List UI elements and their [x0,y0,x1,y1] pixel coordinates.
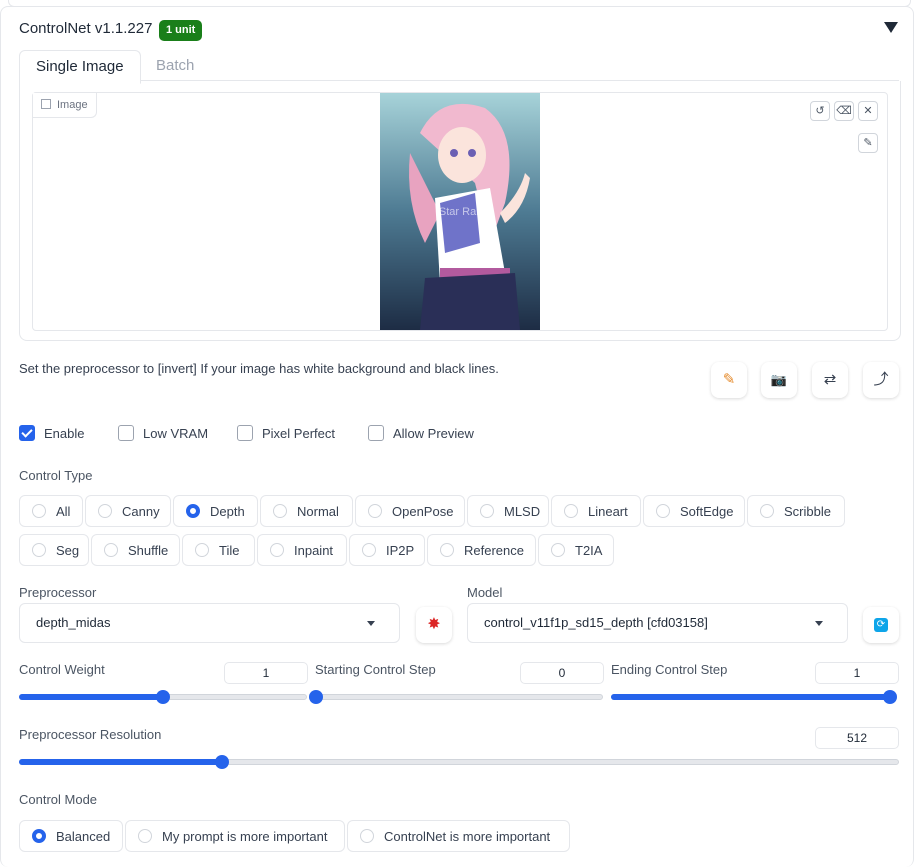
brush-icon: ✎ [863,137,873,149]
ending-step-label: Ending Control Step [611,662,728,677]
radio-indicator [760,504,774,518]
allow-preview-checkbox[interactable]: Allow Preview [368,425,474,443]
refresh-models-button[interactable]: ⟳ [863,607,899,643]
radio-indicator [186,504,200,518]
erase-button[interactable]: ⌫ [834,101,854,121]
radio-indicator [362,543,376,557]
preprocessor-hint: Set the preprocessor to [invert] If your… [19,361,499,376]
control-mode-balanced[interactable]: Balanced [19,820,123,852]
control-weight-label: Control Weight [19,662,105,677]
radio-indicator [551,543,565,557]
radio-indicator [138,829,152,843]
collapse-toggle-icon[interactable] [884,22,898,33]
camera-icon: 📷 [770,372,788,387]
radio-indicator [32,543,46,557]
preprocessor-label: Preprocessor [19,585,97,600]
control-type-reference[interactable]: Reference [427,534,536,566]
tab-single-image[interactable]: Single Image [19,50,141,84]
image-watermark: Star Rail [439,206,481,218]
control-type-t2ia[interactable]: T2IA [538,534,614,566]
radio-indicator [480,504,494,518]
starting-step-slider[interactable] [309,690,603,704]
control-weight-slider[interactable] [19,690,307,704]
edit-icon: ✎ [722,371,736,388]
run-preprocessor-button[interactable]: ✸ [416,607,452,643]
clear-image-button[interactable]: ✕ [858,101,878,121]
starting-step-input[interactable]: 0 [520,662,604,684]
control-type-ip2p[interactable]: IP2P [349,534,425,566]
panel-title: ControlNet v1.1.227 [19,20,153,37]
tab-batch[interactable]: Batch [140,50,210,82]
curved-arrow-icon: ⤴ [873,371,889,388]
refresh-icon: ⟳ [874,618,888,633]
control-type-label: Control Type [19,468,93,483]
radio-indicator [32,829,46,843]
chevron-down-icon [815,621,823,626]
control-type-shuffle[interactable]: Shuffle [91,534,180,566]
chevron-down-icon [367,621,375,626]
brush-button[interactable]: ✎ [858,133,878,153]
uploaded-image: Star Rail [380,93,540,330]
low-vram-checkbox[interactable]: Low VRAM [118,425,208,443]
checkbox-checked-icon [19,425,35,441]
control-type-lineart[interactable]: Lineart [551,495,641,527]
control-type-inpaint[interactable]: Inpaint [257,534,347,566]
send-dimensions-button[interactable]: ⤴ [863,362,899,398]
control-type-softedge[interactable]: SoftEdge [643,495,745,527]
preprocessor-dropdown[interactable]: depth_midas [19,603,400,643]
control-type-scribble[interactable]: Scribble [747,495,845,527]
control-type-normal[interactable]: Normal [260,495,353,527]
control-type-canny[interactable]: Canny [85,495,171,527]
image-icon [41,99,51,109]
slider-thumb[interactable] [883,690,897,704]
model-label: Model [467,585,503,600]
ending-step-input[interactable]: 1 [815,662,899,684]
webcam-button[interactable]: 📷 [761,362,797,398]
undo-button[interactable]: ↺ [810,101,830,121]
mirror-webcam-button[interactable]: ⇄ [812,362,848,398]
control-type-seg[interactable]: Seg [19,534,89,566]
ending-step-slider[interactable] [611,690,897,704]
close-icon: ✕ [863,105,873,117]
pixel-perfect-checkbox[interactable]: Pixel Perfect [237,425,335,443]
control-type-openpose[interactable]: OpenPose [355,495,465,527]
slider-thumb[interactable] [309,690,323,704]
unit-count-badge: 1 unit [159,20,203,41]
slider-thumb[interactable] [214,755,229,769]
model-dropdown[interactable]: control_v11f1p_sd15_depth [cfd03158] [467,603,848,643]
radio-indicator [32,504,46,518]
radio-indicator [98,504,112,518]
control-mode-label: Control Mode [19,792,98,807]
control-type-mlsd[interactable]: MLSD [467,495,549,527]
preprocessor-resolution-input[interactable]: 512 [815,727,899,749]
image-upload-area[interactable]: Star Rail [32,92,888,331]
control-mode-my-prompt-is-more-important[interactable]: My prompt is more important [125,820,345,852]
radio-indicator [270,543,284,557]
new-canvas-button[interactable]: ✎ [711,362,747,398]
radio-indicator [564,504,578,518]
radio-indicator [440,543,454,557]
swap-icon: ⇄ [823,371,837,388]
control-weight-input[interactable]: 1 [224,662,308,684]
control-type-tile[interactable]: Tile [182,534,255,566]
preprocessor-resolution-slider[interactable] [19,755,899,769]
radio-indicator [195,543,209,557]
explosion-icon: ✸ [427,616,441,633]
preprocessor-resolution-label: Preprocessor Resolution [19,727,162,742]
control-mode-controlnet-is-more-important[interactable]: ControlNet is more important [347,820,570,852]
radio-indicator [656,504,670,518]
radio-indicator [368,504,382,518]
slider-thumb[interactable] [156,690,170,704]
eraser-icon: ⌫ [836,105,852,117]
image-label: Image [33,93,97,118]
radio-indicator [104,543,118,557]
enable-checkbox[interactable]: Enable [19,425,84,443]
undo-icon: ↺ [815,105,825,117]
radio-indicator [360,829,374,843]
control-type-all[interactable]: All [19,495,83,527]
starting-step-label: Starting Control Step [315,662,436,677]
radio-indicator [273,504,287,518]
control-type-depth[interactable]: Depth [173,495,258,527]
